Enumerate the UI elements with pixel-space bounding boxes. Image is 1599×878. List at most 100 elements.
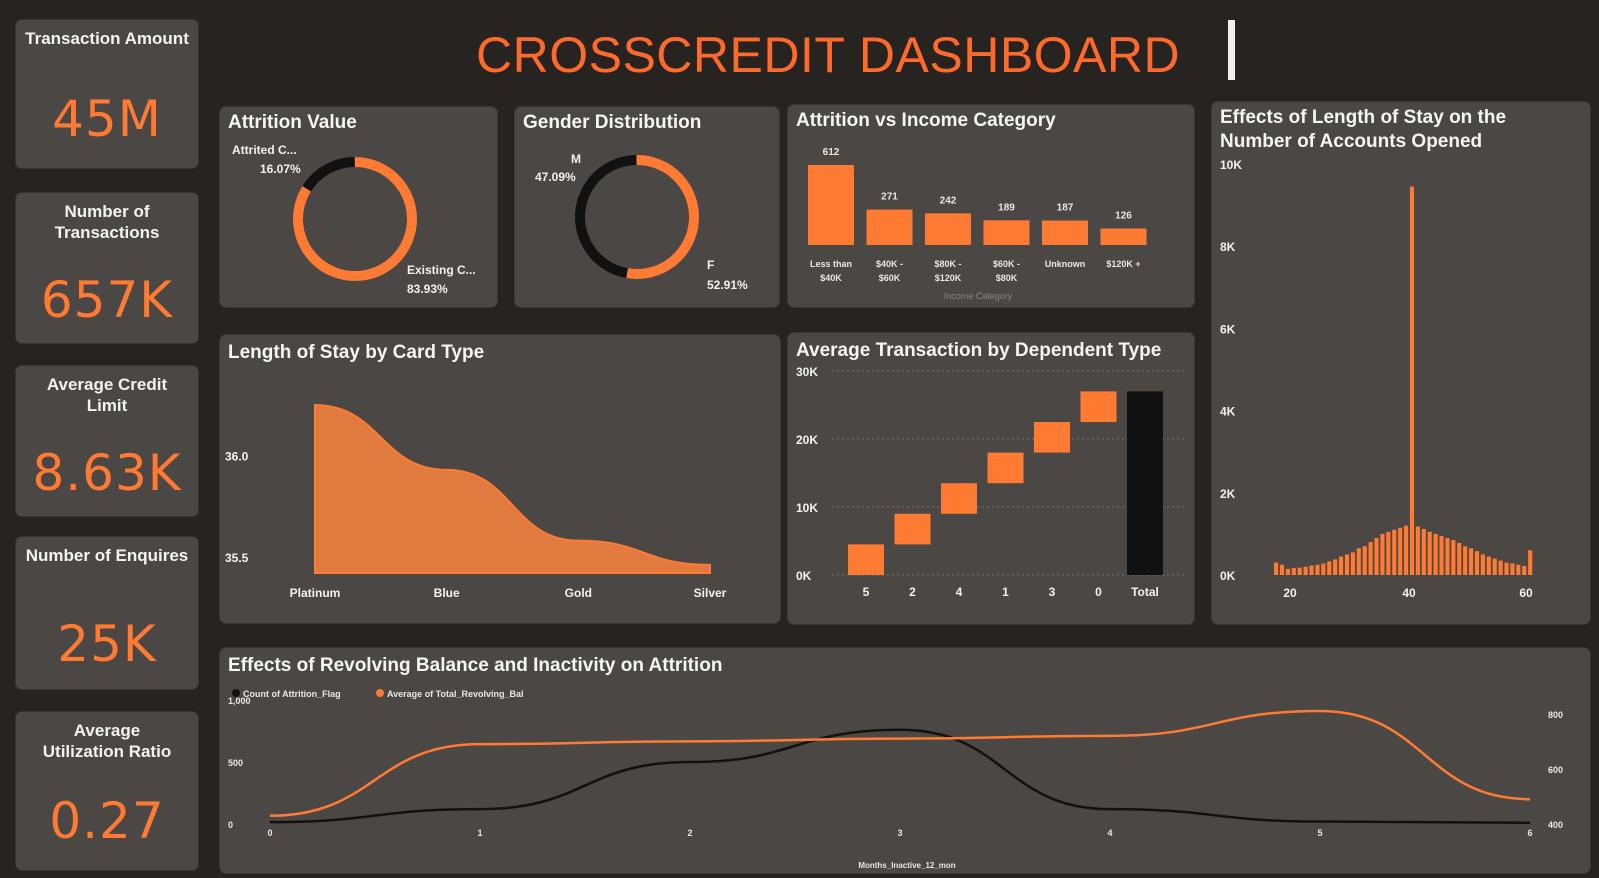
histogram-bar[interactable] xyxy=(1291,568,1296,575)
histogram-bar[interactable] xyxy=(1427,531,1432,575)
kpi-average-credit-limit: Average Credit Limit 8.63K xyxy=(16,366,198,516)
histogram-bar[interactable] xyxy=(1333,559,1338,575)
area-series[interactable] xyxy=(314,404,711,574)
income-category-label: $60K - xyxy=(993,259,1020,269)
histogram-bar[interactable] xyxy=(1327,561,1332,575)
donut-slice[interactable] xyxy=(575,155,637,279)
line-x-tick: 6 xyxy=(1527,828,1532,838)
histogram-bar[interactable] xyxy=(1362,546,1367,575)
histogram-bar[interactable] xyxy=(1309,565,1314,575)
histogram-bar[interactable] xyxy=(1445,538,1450,575)
histogram-bar[interactable] xyxy=(1297,567,1302,575)
attrition-label-attrited: Attrited C... xyxy=(232,143,297,157)
area-x-tick: Silver xyxy=(694,586,727,600)
waterfall-y-tick: 10K xyxy=(796,501,818,515)
histogram-bar[interactable] xyxy=(1386,531,1391,575)
histogram-bar[interactable] xyxy=(1492,558,1497,575)
waterfall-bar[interactable] xyxy=(1034,422,1070,453)
line-left-tick: 0 xyxy=(228,820,233,830)
histogram-bar[interactable] xyxy=(1344,554,1350,575)
income-category-label: $40K - xyxy=(876,259,903,269)
income-bar[interactable] xyxy=(866,209,913,245)
histogram-bar[interactable] xyxy=(1274,562,1279,575)
histogram-bar[interactable] xyxy=(1516,564,1521,575)
histogram-bar[interactable] xyxy=(1279,564,1285,575)
gender-donut-chart: M 47.09% F 52.91% xyxy=(535,152,748,292)
income-category-label: $80K - xyxy=(934,259,961,269)
waterfall-total-bar[interactable] xyxy=(1127,391,1163,575)
histogram-bar[interactable] xyxy=(1409,186,1415,575)
histogram-bar[interactable] xyxy=(1350,552,1355,575)
area-y-tick: 35.5 xyxy=(225,551,249,565)
waterfall-bar[interactable] xyxy=(848,544,884,575)
histogram-bar[interactable] xyxy=(1451,540,1456,575)
waterfall-bar[interactable] xyxy=(1080,391,1117,422)
histogram-bar[interactable] xyxy=(1474,551,1480,575)
income-category-label: $120K xyxy=(935,273,962,283)
kpi-label: Average Credit Limit xyxy=(46,375,168,415)
donut-slice[interactable] xyxy=(302,157,356,192)
histogram-bar[interactable] xyxy=(1374,538,1379,575)
histogram-bar[interactable] xyxy=(1439,535,1444,575)
income-category-label: Less than xyxy=(810,259,852,269)
histogram-bar[interactable] xyxy=(1480,554,1485,575)
histogram-bar[interactable] xyxy=(1510,563,1515,575)
waterfall-bar[interactable] xyxy=(987,452,1024,484)
income-bar[interactable] xyxy=(808,165,854,245)
waterfall-bar[interactable] xyxy=(941,483,977,514)
income-bar[interactable] xyxy=(983,220,1030,245)
attrition-count-line[interactable] xyxy=(269,728,1531,825)
revolving-balance-line[interactable] xyxy=(269,709,1531,817)
waterfall-x-tick: Total xyxy=(1131,585,1159,599)
dependent-waterfall-chart: 0K 10K 20K 30K 5 2 4 1 3 0 Total xyxy=(796,365,1184,599)
histogram-y-tick: 8K xyxy=(1220,240,1236,254)
text-cursor xyxy=(1228,20,1235,80)
histogram-bar[interactable] xyxy=(1398,527,1403,575)
waterfall-y-tick: 0K xyxy=(796,569,812,583)
histogram-bar[interactable] xyxy=(1285,568,1290,575)
histogram-bar[interactable] xyxy=(1368,542,1373,575)
gender-label-f: F xyxy=(707,258,714,272)
gender-label-m: M xyxy=(571,152,581,166)
histogram-bar[interactable] xyxy=(1303,566,1308,575)
histogram-bar[interactable] xyxy=(1486,556,1491,575)
histogram-bar[interactable] xyxy=(1469,548,1474,575)
income-bar-value: 612 xyxy=(823,147,840,158)
income-bar[interactable] xyxy=(1042,220,1088,245)
income-category-label: $80K xyxy=(996,273,1018,283)
waterfall-x-tick: 4 xyxy=(956,585,963,599)
area-x-tick: Gold xyxy=(565,586,592,600)
histogram-bar[interactable] xyxy=(1421,528,1426,575)
histogram-bar[interactable] xyxy=(1404,525,1409,575)
histogram-bar[interactable] xyxy=(1315,564,1320,575)
kpi-label: Number of Transactions xyxy=(54,202,160,242)
histogram-bar[interactable] xyxy=(1339,556,1344,575)
attrition-value-existing: 83.93% xyxy=(407,282,448,296)
income-category-label: Unknown xyxy=(1045,259,1086,269)
waterfall-bar[interactable] xyxy=(894,513,931,545)
waterfall-x-tick: 3 xyxy=(1049,585,1056,599)
histogram-bar[interactable] xyxy=(1528,550,1533,575)
histogram-bar[interactable] xyxy=(1504,562,1509,575)
histogram-bar[interactable] xyxy=(1321,563,1326,575)
dependent-type-panel: Average Transaction by Dependent Type 0K… xyxy=(788,333,1194,624)
histogram-bar[interactable] xyxy=(1433,533,1438,575)
histogram-bar[interactable] xyxy=(1380,533,1385,575)
histogram-bar[interactable] xyxy=(1522,565,1527,575)
histogram-bar[interactable] xyxy=(1498,560,1503,575)
histogram-bar[interactable] xyxy=(1457,542,1462,575)
line-x-tick: 0 xyxy=(267,828,272,838)
income-bar[interactable] xyxy=(1100,228,1147,245)
histogram-bar[interactable] xyxy=(1392,529,1397,575)
card-type-panel: Length of Stay by Card Type 36.0 35.5 Plat… xyxy=(220,335,780,623)
donut-slice[interactable] xyxy=(626,155,699,279)
income-bar-chart: 612 Less than $40K 271 $40K - $60K 242 $80K - $1… xyxy=(808,147,1147,301)
income-category-label: $40K xyxy=(820,273,842,283)
income-bar[interactable] xyxy=(925,213,971,245)
histogram-bar[interactable] xyxy=(1356,548,1361,575)
attrition-label-existing: Existing C... xyxy=(407,263,476,277)
line-right-tick: 800 xyxy=(1548,710,1563,720)
histogram-bar[interactable] xyxy=(1463,546,1468,575)
histogram-bar[interactable] xyxy=(1415,526,1420,575)
income-category-label: $60K xyxy=(879,273,901,283)
